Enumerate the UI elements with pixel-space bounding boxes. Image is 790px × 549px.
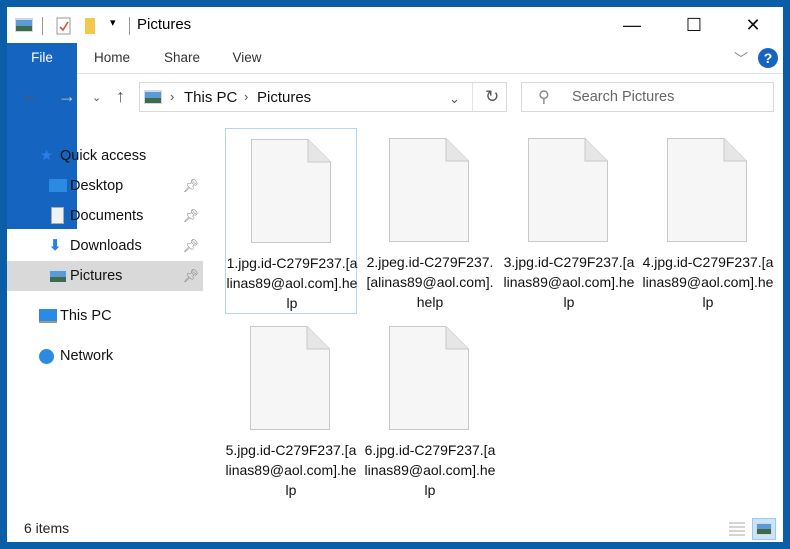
chevron-right-icon[interactable]: › — [170, 89, 174, 104]
documents-icon — [51, 207, 64, 224]
breadcrumb-pictures[interactable]: Pictures — [257, 89, 311, 106]
pin-icon[interactable]: 📌︎ — [182, 261, 199, 291]
network-icon — [39, 349, 54, 364]
up-button[interactable]: ↑ — [116, 86, 125, 107]
navigation-bar: ← → ⌄ ↑ › This PC › Pictures ⌄ ↻ ⚲ Searc… — [7, 74, 783, 118]
close-button[interactable]: ✕ — [730, 7, 776, 43]
minimize-button[interactable]: — — [609, 7, 655, 43]
help-button[interactable]: ? — [758, 48, 778, 68]
back-button[interactable]: ← — [22, 86, 40, 107]
file-item[interactable]: 2.jpeg.id-C279F237.[alinas89@aol.com].he… — [364, 128, 496, 314]
tab-view[interactable]: View — [222, 43, 272, 72]
file-item[interactable]: 6.jpg.id-C279F237.[alinas89@aol.com].hel… — [364, 316, 496, 502]
search-icon: ⚲ — [538, 89, 550, 106]
forward-button[interactable]: → — [58, 86, 76, 107]
customize-quick-access-icon[interactable]: ▾ — [110, 16, 116, 29]
desktop-icon — [49, 179, 67, 192]
tab-home[interactable]: Home — [87, 43, 137, 72]
file-item[interactable]: 1.jpg.id-C279F237.[alinas89@aol.com].hel… — [225, 128, 357, 314]
document-icon — [667, 138, 747, 242]
pictures-icon — [49, 269, 67, 283]
window-title: Pictures — [137, 16, 192, 33]
ribbon: File Home Share View ﹀ ? — [7, 43, 783, 229]
recent-locations-icon[interactable]: ⌄ — [92, 91, 101, 104]
file-item[interactable]: 3.jpg.id-C279F237.[alinas89@aol.com].hel… — [503, 128, 635, 314]
address-bar[interactable]: › This PC › Pictures ⌄ ↻ — [139, 82, 507, 112]
chevron-right-icon[interactable]: › — [244, 89, 248, 104]
pin-icon[interactable]: 📌︎ — [182, 231, 199, 261]
details-view-icon — [729, 522, 745, 536]
document-icon — [528, 138, 608, 242]
document-icon — [389, 138, 469, 242]
sidebar-item-documents[interactable]: Documents 📌︎ — [7, 201, 203, 231]
properties-icon[interactable] — [56, 17, 72, 35]
pin-icon[interactable]: 📌︎ — [182, 201, 199, 231]
file-list: 1.jpg.id-C279F237.[alinas89@aol.com].hel… — [215, 118, 783, 508]
breadcrumb-this-pc[interactable]: This PC — [184, 89, 237, 106]
explorer-window: ▾ Pictures — ☐ ✕ File Home Share View ﹀ … — [7, 7, 783, 542]
document-icon — [250, 326, 330, 430]
expand-ribbon-icon[interactable]: ﹀ — [734, 49, 748, 69]
refresh-button[interactable]: ↻ — [485, 87, 499, 107]
tab-share[interactable]: Share — [157, 43, 207, 72]
sidebar-item-quick-access[interactable]: ★ Quick access — [7, 141, 203, 171]
document-icon — [251, 139, 331, 243]
large-icons-view-icon — [756, 523, 772, 535]
sidebar-item-this-pc[interactable]: This PC — [7, 301, 203, 331]
pictures-icon — [144, 90, 162, 104]
pin-icon[interactable]: 📌︎ — [182, 171, 199, 201]
search-box[interactable]: ⚲ Search Pictures — [521, 82, 774, 112]
pictures-icon — [15, 18, 33, 32]
file-item[interactable]: 5.jpg.id-C279F237.[alinas89@aol.com].hel… — [225, 316, 357, 502]
sidebar-item-pictures[interactable]: Pictures 📌︎ — [7, 261, 203, 291]
item-count: 6 items — [24, 520, 70, 536]
document-icon — [389, 326, 469, 430]
computer-icon — [39, 309, 57, 323]
sidebar-item-downloads[interactable]: ⬇ Downloads 📌︎ — [7, 231, 203, 261]
sidebar-item-network[interactable]: Network — [7, 341, 203, 371]
download-arrow-icon: ⬇ — [49, 238, 62, 254]
status-bar: 6 items — [7, 517, 783, 542]
maximize-button[interactable]: ☐ — [671, 7, 717, 43]
new-folder-icon[interactable] — [83, 17, 97, 35]
star-icon: ★ — [40, 148, 53, 164]
details-view-button[interactable] — [725, 518, 749, 540]
title-bar: ▾ Pictures — ☐ ✕ — [7, 7, 783, 43]
large-icons-view-button[interactable] — [752, 518, 776, 540]
search-input[interactable]: Search Pictures — [572, 89, 674, 105]
navigation-pane: ★ Quick access Desktop 📌︎ Documents 📌︎ ⬇… — [7, 118, 207, 508]
sidebar-item-desktop[interactable]: Desktop 📌︎ — [7, 171, 203, 201]
file-item[interactable]: 4.jpg.id-C279F237.[alinas89@aol.com].hel… — [642, 128, 774, 314]
address-dropdown-icon[interactable]: ⌄ — [449, 91, 460, 107]
